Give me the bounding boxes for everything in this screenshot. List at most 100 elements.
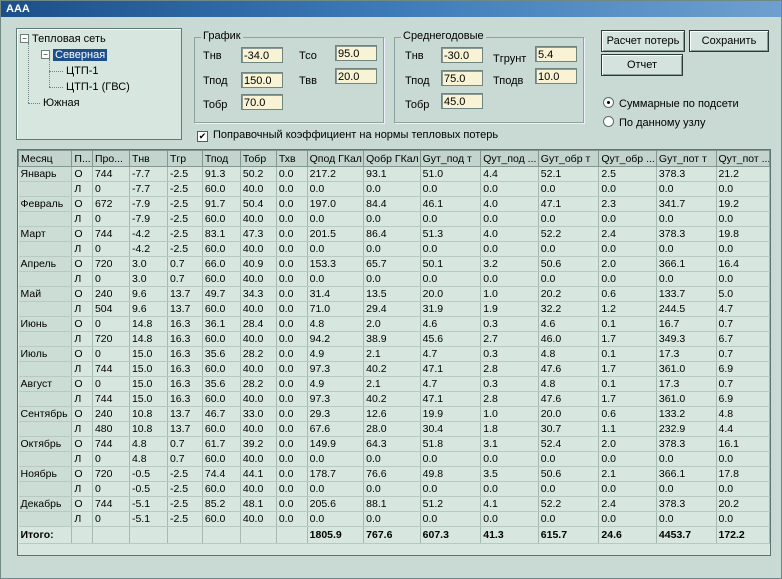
table-cell[interactable]: 35.6 <box>202 376 241 392</box>
table-cell[interactable]: 361.0 <box>656 361 717 377</box>
table-cell[interactable]: Л <box>71 391 93 407</box>
table-cell[interactable]: 40.0 <box>240 451 277 467</box>
losses-grid[interactable]: Месяц П... Про... Тнв Тгр Тпод Тобр Тхв Qпод ГКа… <box>17 149 771 556</box>
table-cell[interactable]: Февраль <box>18 196 73 212</box>
table-cell[interactable]: 0 <box>92 346 130 362</box>
table-cell[interactable]: 2.0 <box>598 436 657 452</box>
table-cell[interactable]: 4.0 <box>480 226 539 242</box>
schedule-tnv-field[interactable]: -34.0 <box>241 47 283 63</box>
table-cell[interactable]: 0 <box>92 271 130 287</box>
table-cell[interactable]: 4.8 <box>716 406 770 422</box>
table-cell[interactable]: 47.1 <box>420 391 482 407</box>
table-cell[interactable]: -4.2 <box>129 226 168 242</box>
table-cell[interactable]: 744 <box>92 496 130 512</box>
table-cell[interactable]: 0.0 <box>307 211 365 227</box>
table-cell[interactable]: 60.0 <box>202 511 241 527</box>
table-cell[interactable]: 244.5 <box>656 301 717 317</box>
table-cell[interactable]: -2.5 <box>167 196 203 212</box>
table-cell[interactable]: 0.0 <box>307 451 365 467</box>
tree-item-north[interactable]: − Северная <box>41 49 108 61</box>
table-cell[interactable]: 0.1 <box>598 316 657 332</box>
table-cell[interactable]: 40.2 <box>363 391 421 407</box>
table-cell[interactable]: 1.2 <box>598 301 657 317</box>
table-cell[interactable]: 0.0 <box>716 451 770 467</box>
table-cell[interactable]: -7.9 <box>129 211 168 227</box>
table-cell[interactable]: -5.1 <box>129 511 168 527</box>
table-cell[interactable]: 10.8 <box>129 406 168 422</box>
table-cell[interactable]: 2.1 <box>598 466 657 482</box>
table-cell[interactable]: 40.0 <box>240 421 277 437</box>
table-cell[interactable]: 14.8 <box>129 316 168 332</box>
table-cell[interactable]: 33.0 <box>240 406 277 422</box>
table-cell[interactable]: 46.7 <box>202 406 241 422</box>
table-cell[interactable]: 0.0 <box>420 241 482 257</box>
table-cell[interactable]: 65.7 <box>363 256 421 272</box>
table-row[interactable]: Л 504 9.6 13.7 60.0 40.0 0.0 71.0 29.4 31.9 1.9 32.… <box>18 301 770 317</box>
table-cell[interactable]: 40.9 <box>240 256 277 272</box>
table-cell[interactable]: 0.7 <box>716 346 770 362</box>
table-row[interactable]: Л 480 10.8 13.7 60.0 40.0 0.0 67.6 28.0 30.4 1.8 30… <box>18 421 770 437</box>
table-cell[interactable]: 4.6 <box>538 316 600 332</box>
table-cell[interactable]: 205.6 <box>307 496 365 512</box>
table-cell[interactable]: 0.0 <box>716 211 770 227</box>
table-cell[interactable]: 40.0 <box>240 361 277 377</box>
table-cell[interactable]: -4.2 <box>129 241 168 257</box>
table-cell[interactable]: 378.3 <box>656 166 717 182</box>
table-cell[interactable]: Август <box>18 376 73 392</box>
table-row[interactable]: Декабрь О 744 -5.1 -2.5 85.2 48.1 0.0 205.6 88.1 5… <box>18 496 770 512</box>
table-cell[interactable]: 217.2 <box>307 166 365 182</box>
table-cell[interactable]: 0.0 <box>480 451 539 467</box>
table-cell[interactable]: 4.7 <box>420 376 482 392</box>
annual-tpod-field[interactable]: 75.0 <box>441 70 483 86</box>
table-cell[interactable]: Л <box>71 421 93 437</box>
table-cell[interactable]: 0.0 <box>276 211 308 227</box>
table-cell[interactable]: 51.0 <box>420 166 482 182</box>
table-cell[interactable]: Октябрь <box>18 436 73 452</box>
table-cell[interactable]: 0.0 <box>307 271 365 287</box>
annual-tpodv-field[interactable]: 10.0 <box>535 68 577 84</box>
table-cell[interactable]: 44.1 <box>240 466 277 482</box>
table-cell[interactable]: 40.0 <box>240 331 277 347</box>
table-cell[interactable]: Л <box>71 301 93 317</box>
table-cell[interactable]: 10.8 <box>129 421 168 437</box>
table-cell[interactable]: 0.0 <box>276 451 308 467</box>
table-cell[interactable]: 60.0 <box>202 301 241 317</box>
column-header[interactable]: Qут_под ... <box>480 150 539 167</box>
table-cell[interactable]: 720 <box>92 256 130 272</box>
table-cell[interactable]: 366.1 <box>656 256 717 272</box>
table-cell[interactable]: 0.0 <box>538 451 600 467</box>
table-cell[interactable]: О <box>71 226 93 242</box>
table-cell[interactable]: 15.0 <box>129 361 168 377</box>
table-cell[interactable]: -2.5 <box>167 496 203 512</box>
column-header[interactable]: Тобр <box>239 150 277 167</box>
table-cell[interactable]: Март <box>18 226 73 242</box>
table-cell[interactable]: 0.7 <box>716 316 770 332</box>
table-cell[interactable]: Май <box>18 286 73 302</box>
table-cell[interactable]: 0.0 <box>538 481 600 497</box>
table-cell[interactable] <box>18 481 73 497</box>
table-cell[interactable]: 0.0 <box>363 511 421 527</box>
table-cell[interactable]: 49.8 <box>420 466 482 482</box>
table-cell[interactable]: 4.8 <box>307 316 365 332</box>
table-cell[interactable]: 0 <box>92 511 130 527</box>
table-cell[interactable]: -7.7 <box>129 166 168 182</box>
table-cell[interactable]: 2.8 <box>480 361 539 377</box>
table-cell[interactable]: Апрель <box>18 256 73 272</box>
collapse-icon[interactable]: − <box>20 34 29 43</box>
table-cell[interactable]: 0.6 <box>598 406 657 422</box>
table-cell[interactable]: 0.0 <box>307 241 365 257</box>
table-cell[interactable]: -2.5 <box>167 226 203 242</box>
table-cell[interactable]: 0 <box>92 241 130 257</box>
table-cell[interactable]: 0.0 <box>276 256 308 272</box>
table-cell[interactable]: 50.2 <box>240 166 277 182</box>
table-cell[interactable]: 0.0 <box>276 226 308 242</box>
table-cell[interactable]: 91.3 <box>202 166 241 182</box>
table-cell[interactable]: 19.8 <box>716 226 770 242</box>
table-row[interactable]: Л 0 4.8 0.7 60.0 40.0 0.0 0.0 0.0 0.0 0.0 0.0 0.0 0.0… <box>18 451 770 467</box>
radio-node[interactable]: По данному узлу <box>603 116 705 129</box>
table-cell[interactable]: 2.0 <box>363 316 421 332</box>
table-cell[interactable]: 29.3 <box>307 406 365 422</box>
table-cell[interactable]: 240 <box>92 406 130 422</box>
table-cell[interactable]: 61.7 <box>202 436 241 452</box>
table-cell[interactable]: 71.0 <box>307 301 365 317</box>
